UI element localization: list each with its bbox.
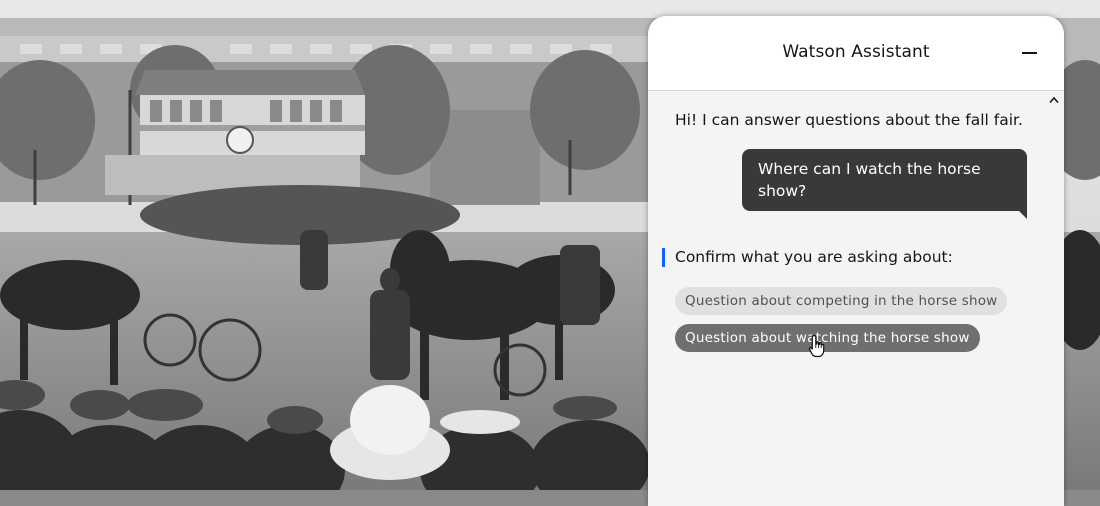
user-message-tail	[1019, 211, 1027, 219]
chevron-up-icon	[1049, 96, 1059, 104]
option-watching-button[interactable]: Question about watching the horse show	[675, 324, 980, 352]
option-competing-button[interactable]: Question about competing in the horse sh…	[675, 287, 1008, 315]
bot-message: Hi! I can answer questions about the fal…	[675, 111, 1023, 129]
minimize-icon	[1021, 52, 1037, 54]
confirmation-text: Confirm what you are asking about:	[675, 248, 953, 266]
scroll-up-button[interactable]	[1048, 94, 1060, 106]
accent-bar	[662, 248, 665, 267]
chat-panel: Watson Assistant Hi! I can answer questi…	[648, 16, 1064, 506]
hand-pointer-icon	[808, 334, 825, 358]
chat-header: Watson Assistant	[648, 16, 1064, 91]
assistant-title: Watson Assistant	[782, 42, 930, 62]
user-message: Where can I watch the horse show?	[742, 149, 1027, 211]
minimize-button[interactable]	[1016, 40, 1042, 66]
